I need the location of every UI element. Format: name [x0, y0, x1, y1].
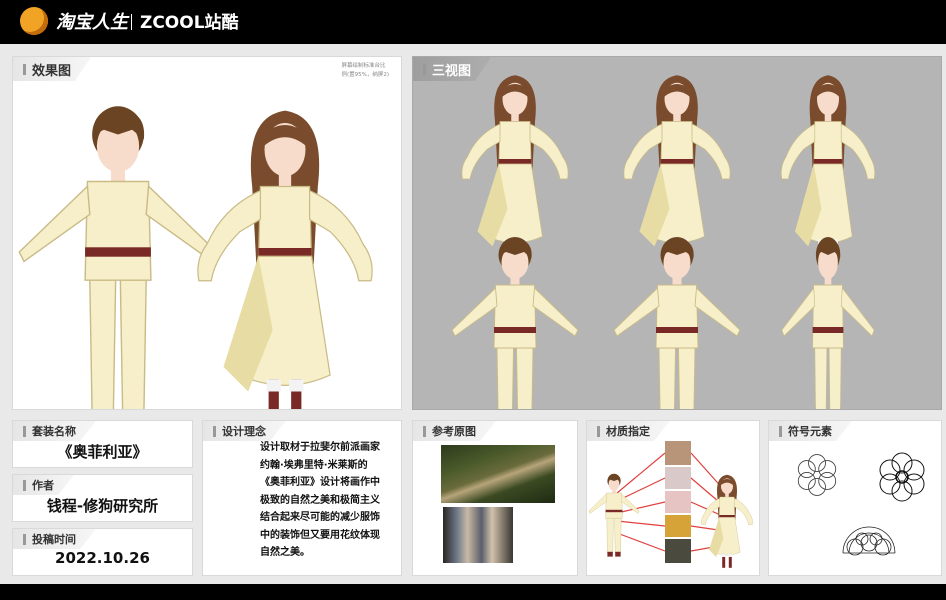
set-name-value: 《奥菲利亚》 [57, 443, 148, 461]
flower-symbol-icon [797, 454, 837, 496]
design-concept-panel: 设计理念 设计取材于拉斐尔前派画家 约翰·埃弗里特·米莱斯的 《奥菲利亚》设计将… [202, 420, 402, 576]
design-concept-label: 设计理念 [203, 421, 286, 441]
submit-time-label: 投稿时间 [13, 529, 96, 549]
three-view-illustration [451, 74, 876, 409]
author-label: 作者 [13, 475, 74, 495]
set-name-label: 套装名称 [13, 421, 96, 441]
submit-time-value: 2022.10.26 [55, 549, 150, 567]
reference-panel: 参考原图 [412, 420, 578, 576]
reference-label: 参考原图 [413, 421, 496, 441]
effect-panel: 效果图 屏幕绘制标准台比 例(置95%，纳屏2) [12, 56, 402, 410]
taobao-logo-icon [20, 7, 48, 35]
submit-time-panel: 投稿时间 2022.10.26 [12, 528, 193, 576]
author-panel: 作者 钱程-修狗研究所 [12, 474, 193, 522]
brand-zcool: ZCOOL站酷 [140, 13, 239, 33]
symbols-illustration [797, 452, 925, 556]
set-name-panel: 套装名称 《奥菲利亚》 [12, 420, 193, 468]
flower-bold-symbol-icon [879, 452, 925, 502]
three-view-panel: 三视图 [412, 56, 942, 410]
design-concept-text: 设计取材于拉斐尔前派画家 约翰·埃弗里特·米莱斯的 《奥菲利亚》设计将画作中 极… [260, 442, 380, 558]
brand-taobao: 淘宝人生 [56, 12, 128, 33]
reference-painting-ophelia [441, 445, 555, 503]
material-illustration [588, 441, 753, 569]
bottom-bar [0, 584, 946, 600]
top-bar: 淘宝人生 ZCOOL站酷 [0, 0, 946, 44]
lace-symbol-icon [842, 526, 896, 556]
reference-painting-sisters [443, 507, 513, 563]
material-panel: 材质指定 [586, 420, 760, 576]
author-value: 钱程-修狗研究所 [46, 497, 159, 515]
brand-divider [131, 14, 132, 30]
effect-illustration [18, 105, 374, 409]
symbols-panel: 符号元素 [768, 420, 942, 576]
